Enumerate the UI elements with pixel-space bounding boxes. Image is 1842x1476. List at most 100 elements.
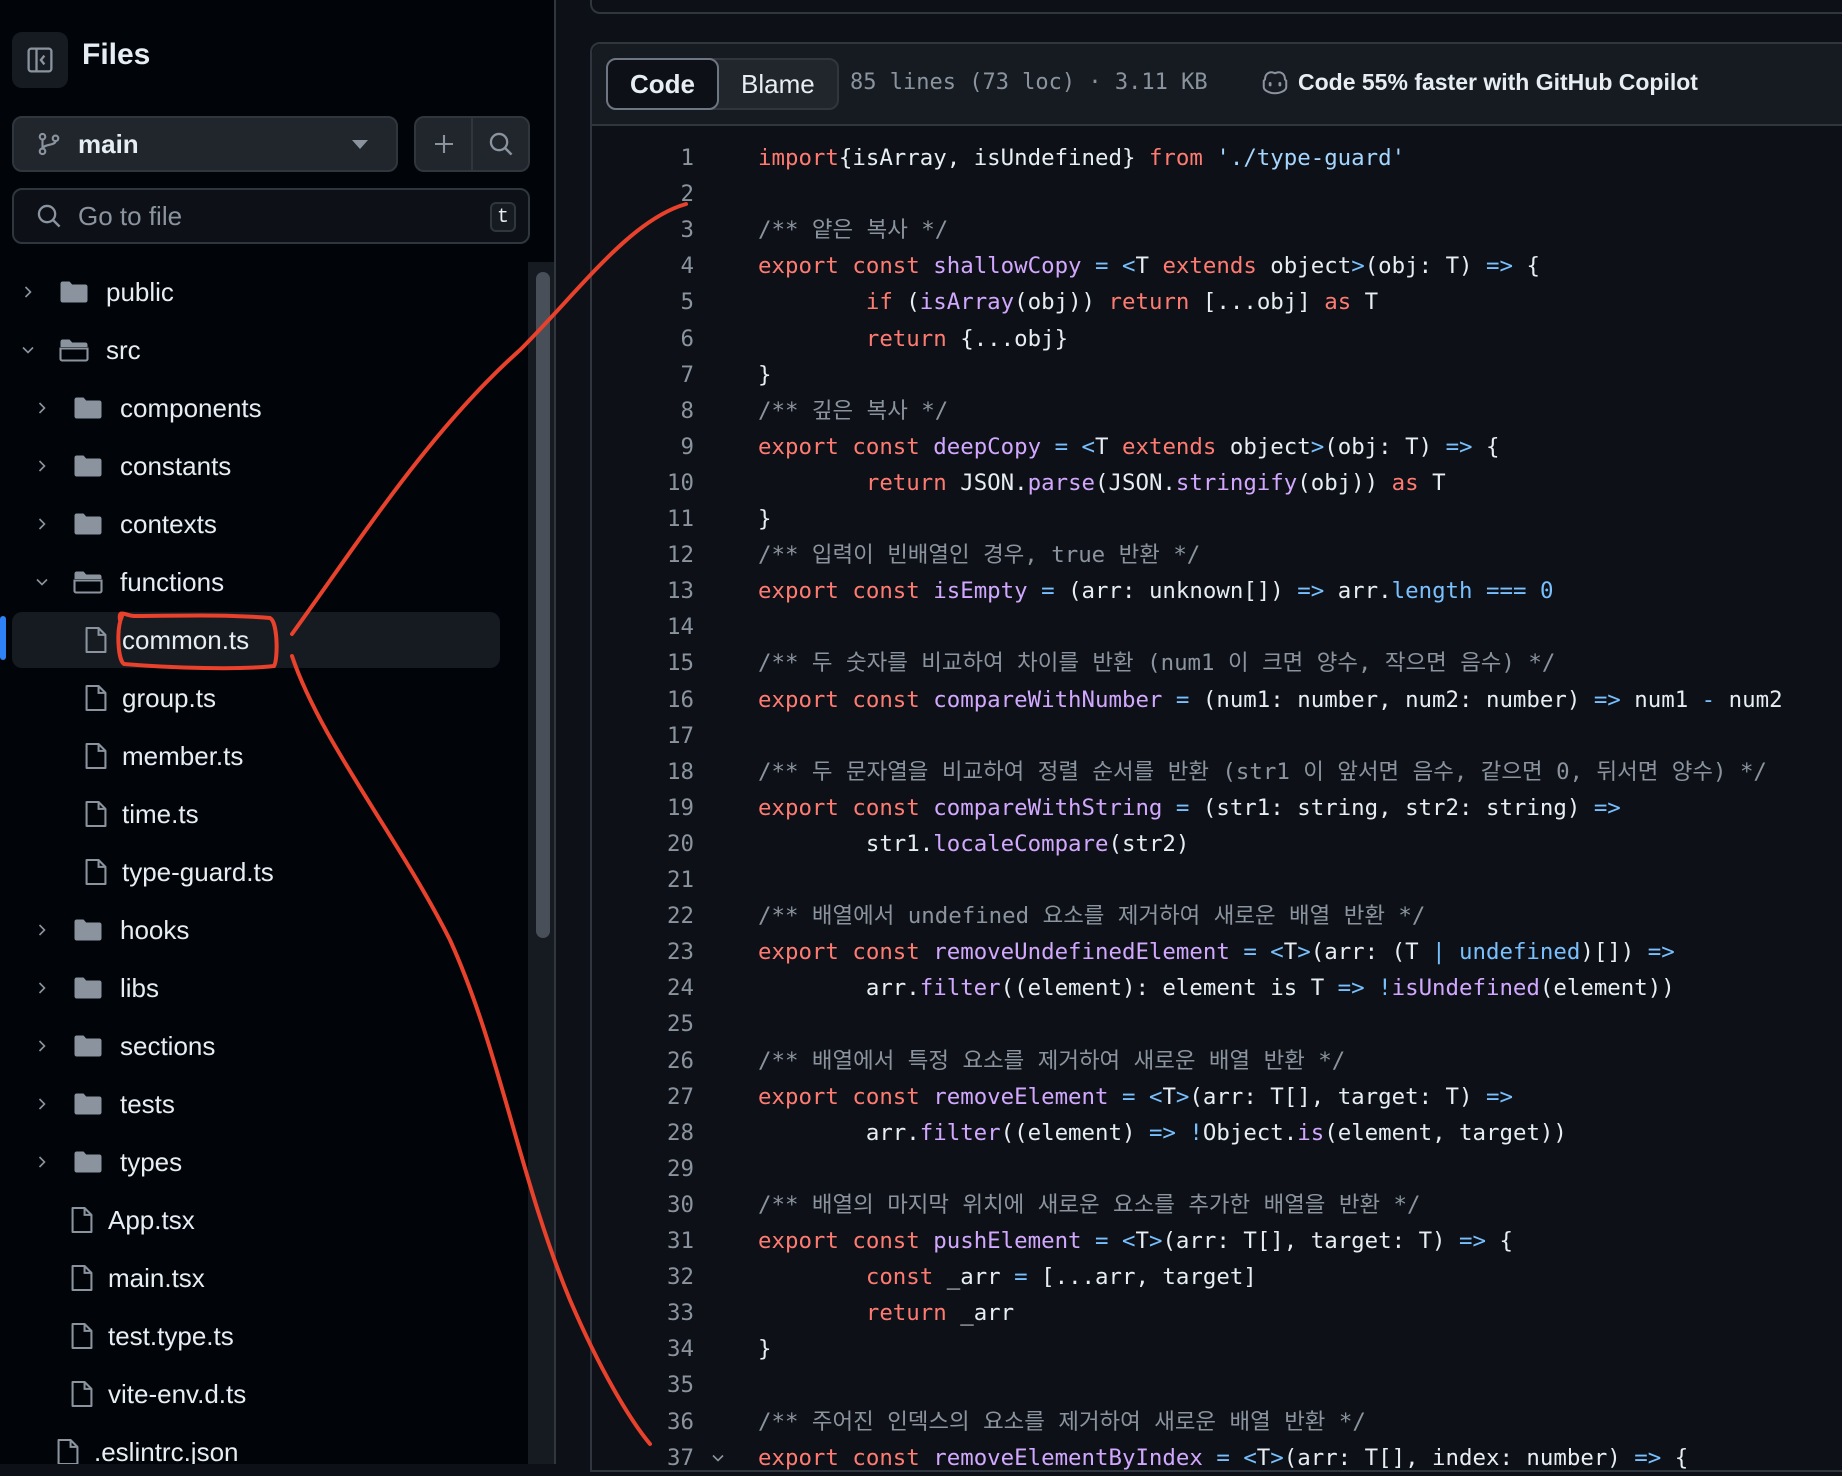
code-line: 35 [592,1367,1842,1403]
line-number[interactable]: 8 [592,393,694,429]
line-number[interactable]: 17 [592,718,694,754]
code-text: return JSON.parse(JSON.stringify(obj)) a… [865,469,1446,496]
file-icon [56,1437,80,1464]
code-line: 6 return {...obj} [592,321,1842,357]
chevron-right-icon[interactable] [30,396,54,420]
chevron-right-icon[interactable] [30,976,54,1000]
tree-file-common-ts[interactable]: common.ts [12,612,500,668]
add-file-button[interactable] [416,118,471,170]
file-tree-sidebar: Files main Go to file t public src compo… [0,0,556,1464]
line-number[interactable]: 30 [592,1187,694,1223]
view-switcher: Code Blame [606,58,839,110]
line-number[interactable]: 13 [592,573,694,609]
branch-selector[interactable]: main [12,116,398,172]
tree-folder-public[interactable]: public [16,264,174,320]
collapse-sidebar-button[interactable] [12,32,68,88]
line-number[interactable]: 21 [592,862,694,898]
code-text: arr.filter((element): element is T => !i… [758,975,1675,1002]
tree-item-label: src [106,334,141,365]
chevron-right-icon[interactable] [30,918,54,942]
code-toolbar: Code Blame 85 lines (73 loc) · 3.11 KB C… [592,44,1842,126]
line-number[interactable]: 34 [592,1331,694,1367]
tree-item-label: components [120,392,262,423]
plus-icon [434,135,453,153]
go-to-file-input[interactable] [76,199,460,233]
line-number[interactable]: 19 [592,790,694,826]
tree-folder-contexts[interactable]: contexts [30,496,217,552]
folder-icon [72,452,104,480]
line-number[interactable]: 4 [592,248,694,284]
chevron-right-icon[interactable] [30,1092,54,1116]
line-number[interactable]: 16 [592,682,694,718]
line-number[interactable]: 6 [592,321,694,357]
tree-file-group-ts[interactable]: group.ts [84,670,216,726]
tree-folder-tests[interactable]: tests [30,1076,175,1132]
tree-file-app-tsx[interactable]: App.tsx [70,1192,195,1248]
line-number[interactable]: 36 [592,1404,694,1440]
line-number[interactable]: 22 [592,898,694,934]
line-number[interactable]: 35 [592,1367,694,1403]
code-text: } [758,1336,772,1363]
line-number[interactable]: 33 [592,1295,694,1331]
line-number[interactable]: 28 [592,1115,694,1151]
chevron-down-icon[interactable] [16,338,40,362]
chevron-right-icon[interactable] [30,454,54,478]
line-number[interactable]: 7 [592,357,694,393]
line-number[interactable]: 12 [592,537,694,573]
line-number[interactable]: 37 [592,1440,694,1476]
tree-folder-hooks[interactable]: hooks [30,902,189,958]
chevron-right-icon[interactable] [16,280,40,304]
chevron-right-icon[interactable] [30,1150,54,1174]
tree-item-label: types [120,1146,183,1177]
tab-code[interactable]: Code [606,58,719,110]
tree-folder-functions[interactable]: functions [30,554,224,610]
tree-file-time-ts[interactable]: time.ts [84,786,199,842]
tab-blame[interactable]: Blame [719,60,837,108]
code-line: 32 const _arr = [...arr, target] [592,1259,1842,1295]
line-number[interactable]: 15 [592,645,694,681]
tree-folder-sections[interactable]: sections [30,1018,215,1074]
tree-file-member-ts[interactable]: member.ts [84,728,243,784]
line-number[interactable]: 1 [592,140,694,176]
search-code-button[interactable] [471,118,528,170]
code-text: /** 두 숫자를 비교하여 차이를 반환 (num1 이 크면 양수, 작으면… [758,650,1556,677]
line-number[interactable]: 29 [592,1151,694,1187]
file-icon [84,683,108,713]
tree-file-type-guard-ts[interactable]: type-guard.ts [84,844,274,900]
chevron-right-icon[interactable] [30,512,54,536]
fold-chevron-icon[interactable] [710,1450,726,1466]
chevron-down-icon[interactable] [30,570,54,594]
tree-item-label: tests [120,1088,175,1119]
line-number[interactable]: 11 [592,501,694,537]
line-number[interactable]: 27 [592,1079,694,1115]
line-number[interactable]: 20 [592,826,694,862]
tree-file-eslintrc-json[interactable]: .eslintrc.json [56,1424,239,1464]
line-number[interactable]: 3 [592,212,694,248]
line-number[interactable]: 10 [592,465,694,501]
tree-folder-types[interactable]: types [30,1134,182,1190]
copilot-promo-link[interactable]: Code 55% faster with GitHub Copilot [1260,68,1698,96]
chevron-right-icon[interactable] [30,1034,54,1058]
go-to-file-search[interactable]: t [12,188,530,244]
line-number[interactable]: 2 [592,176,694,212]
line-number[interactable]: 32 [592,1259,694,1295]
line-number[interactable]: 9 [592,429,694,465]
line-number[interactable]: 31 [592,1223,694,1259]
line-number[interactable]: 24 [592,970,694,1006]
line-number[interactable]: 18 [592,754,694,790]
sidebar-scrollbar[interactable] [536,272,550,938]
tree-folder-libs[interactable]: libs [30,960,159,1016]
chevron-down-icon [352,140,368,149]
line-number[interactable]: 26 [592,1043,694,1079]
line-number[interactable]: 14 [592,609,694,645]
tree-file-vite-env-d-ts[interactable]: vite-env.d.ts [70,1366,246,1422]
line-number[interactable]: 5 [592,284,694,320]
folder-icon [58,278,90,306]
tree-file-test-type-ts[interactable]: test.type.ts [70,1308,234,1364]
tree-file-main-tsx[interactable]: main.tsx [70,1250,205,1306]
tree-folder-src[interactable]: src [16,322,141,378]
tree-folder-constants[interactable]: constants [30,438,231,494]
tree-folder-components[interactable]: components [30,380,262,436]
line-number[interactable]: 23 [592,934,694,970]
line-number[interactable]: 25 [592,1006,694,1042]
